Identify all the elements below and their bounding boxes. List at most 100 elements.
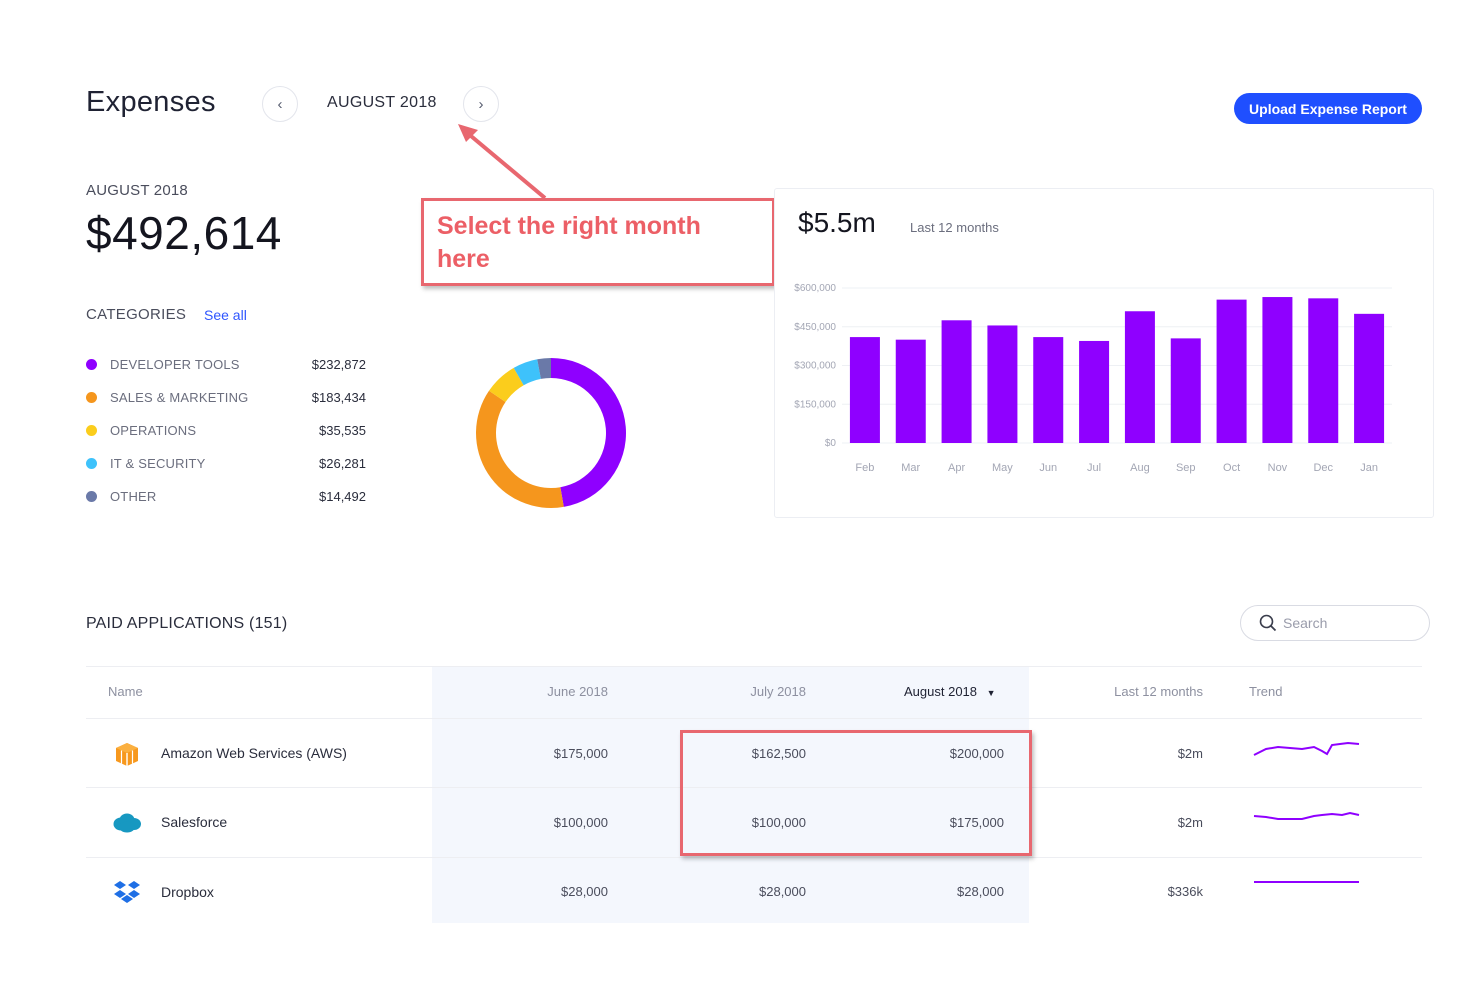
callout-line-2: here	[437, 245, 490, 273]
column-header-august-label: August 2018	[904, 684, 978, 699]
upload-expense-report-button[interactable]: Upload Expense Report	[1234, 93, 1422, 124]
y-tick-label: $300,000	[794, 361, 836, 372]
category-name: DEVELOPER TOOLS	[110, 356, 240, 372]
x-tick-label: Jan	[1360, 462, 1378, 474]
category-name: OPERATIONS	[110, 422, 197, 438]
bar[interactable]	[1124, 311, 1155, 443]
category-row[interactable]: OPERATIONS $35,535	[86, 420, 366, 440]
y-tick-label: $600,000	[794, 283, 836, 294]
column-header-june[interactable]: June 2018	[478, 684, 608, 699]
dropbox-icon	[112, 877, 142, 907]
paid-applications-title: PAID APPLICATIONS (151)	[86, 615, 288, 632]
category-amount: $14,492	[319, 488, 366, 504]
bar[interactable]	[895, 339, 926, 443]
category-amount: $35,535	[319, 422, 366, 438]
bar[interactable]	[1079, 340, 1110, 443]
trend-sparkline	[1253, 741, 1360, 756]
salesforce-icon	[112, 808, 142, 838]
june-value: $175,000	[553, 746, 608, 761]
callout-arrow	[458, 124, 547, 200]
bar[interactable]	[941, 320, 972, 443]
next-month-button[interactable]: ›	[463, 86, 499, 122]
category-amount: $232,872	[311, 356, 366, 372]
previous-month-button[interactable]: ‹	[262, 86, 298, 122]
category-donut-chart	[476, 358, 626, 508]
category-dot	[86, 490, 97, 502]
app-name[interactable]: Dropbox	[161, 884, 214, 900]
callout-line-1: Select the right month	[437, 212, 701, 240]
bar[interactable]	[1170, 338, 1201, 443]
app-name[interactable]: Amazon Web Services (AWS)	[161, 745, 347, 761]
bar[interactable]	[849, 337, 880, 443]
june-value: $28,000	[561, 884, 608, 899]
aws-icon	[112, 739, 142, 769]
category-row[interactable]: OTHER $14,492	[86, 486, 366, 506]
category-row[interactable]: DEVELOPER TOOLS $232,872	[86, 354, 366, 374]
category-dot	[86, 358, 97, 370]
category-dot	[86, 424, 97, 436]
category-row[interactable]: IT & SECURITY $26,281	[86, 453, 366, 473]
trend-sparkline	[1253, 811, 1360, 820]
annotation-highlight-box	[680, 730, 1032, 856]
x-tick-label: May	[992, 462, 1013, 474]
currency-symbol: $	[86, 207, 113, 259]
categories-heading: CATEGORIES	[86, 306, 187, 323]
page-title: Expenses	[86, 86, 216, 118]
category-dot	[86, 457, 97, 469]
total-amount: 492,614	[112, 207, 282, 259]
y-tick-label: $0	[825, 438, 837, 449]
donut-slice	[551, 358, 626, 507]
category-name: OTHER	[110, 488, 157, 504]
column-header-last-12-months[interactable]: Last 12 months	[1073, 684, 1203, 699]
bar[interactable]	[1308, 298, 1339, 443]
chart-subtitle: Last 12 months	[910, 220, 999, 235]
trend-sparkline	[1254, 881, 1359, 883]
category-name: IT & SECURITY	[110, 455, 206, 471]
july-value: $28,000	[759, 884, 806, 899]
x-tick-label: Nov	[1268, 462, 1288, 474]
x-tick-label: Oct	[1223, 462, 1240, 474]
see-all-link[interactable]: See all	[204, 307, 247, 323]
bar[interactable]	[1216, 299, 1247, 443]
x-tick-label: Mar	[901, 462, 920, 474]
summary-total: $492,614	[86, 206, 282, 260]
table-divider	[86, 857, 1422, 858]
category-row[interactable]: SALES & MARKETING $183,434	[86, 387, 366, 407]
column-header-name[interactable]: Name	[108, 684, 143, 699]
x-tick-label: Jul	[1087, 462, 1101, 474]
sort-down-icon: ▼	[986, 688, 996, 698]
x-tick-label: Dec	[1313, 462, 1333, 474]
bar[interactable]	[1033, 337, 1064, 443]
annotation-callout: Select the right month here	[421, 198, 775, 286]
column-header-trend: Trend	[1249, 684, 1283, 699]
chevron-left-icon: ‹	[277, 95, 283, 113]
last-12-months-value: $2m	[1177, 746, 1203, 761]
x-tick-label: Apr	[948, 462, 965, 474]
category-amount: $26,281	[319, 455, 366, 471]
chart-total: $5.5m	[798, 207, 876, 238]
x-tick-label: Sep	[1176, 462, 1196, 474]
column-header-july[interactable]: July 2018	[676, 684, 806, 699]
bar[interactable]	[987, 325, 1018, 443]
category-amount: $183,434	[311, 389, 366, 405]
category-dot	[86, 391, 97, 403]
x-tick-label: Feb	[855, 462, 874, 474]
june-value: $100,000	[553, 815, 608, 830]
bar[interactable]	[1354, 313, 1385, 443]
bar[interactable]	[1262, 297, 1293, 443]
last-12-months-value: $336k	[1167, 884, 1203, 899]
y-tick-label: $450,000	[794, 322, 836, 333]
table-divider	[86, 666, 1422, 667]
chevron-right-icon: ›	[478, 95, 484, 113]
august-value: $28,000	[957, 884, 1004, 899]
x-tick-label: Jun	[1039, 462, 1057, 474]
column-header-august[interactable]: August 2018 ▼	[904, 684, 996, 699]
search-input[interactable]: Search	[1240, 605, 1430, 641]
last-12-months-value: $2m	[1177, 815, 1203, 830]
x-tick-label: Aug	[1130, 462, 1150, 474]
app-name[interactable]: Salesforce	[161, 814, 227, 830]
y-tick-label: $150,000	[794, 399, 836, 410]
monthly-spend-bar-chart: $600,000 $450,000 $300,000 $150,000 $0 Feb Mar…	[794, 283, 1392, 474]
table-divider	[86, 718, 1422, 719]
donut-slice	[476, 390, 564, 508]
